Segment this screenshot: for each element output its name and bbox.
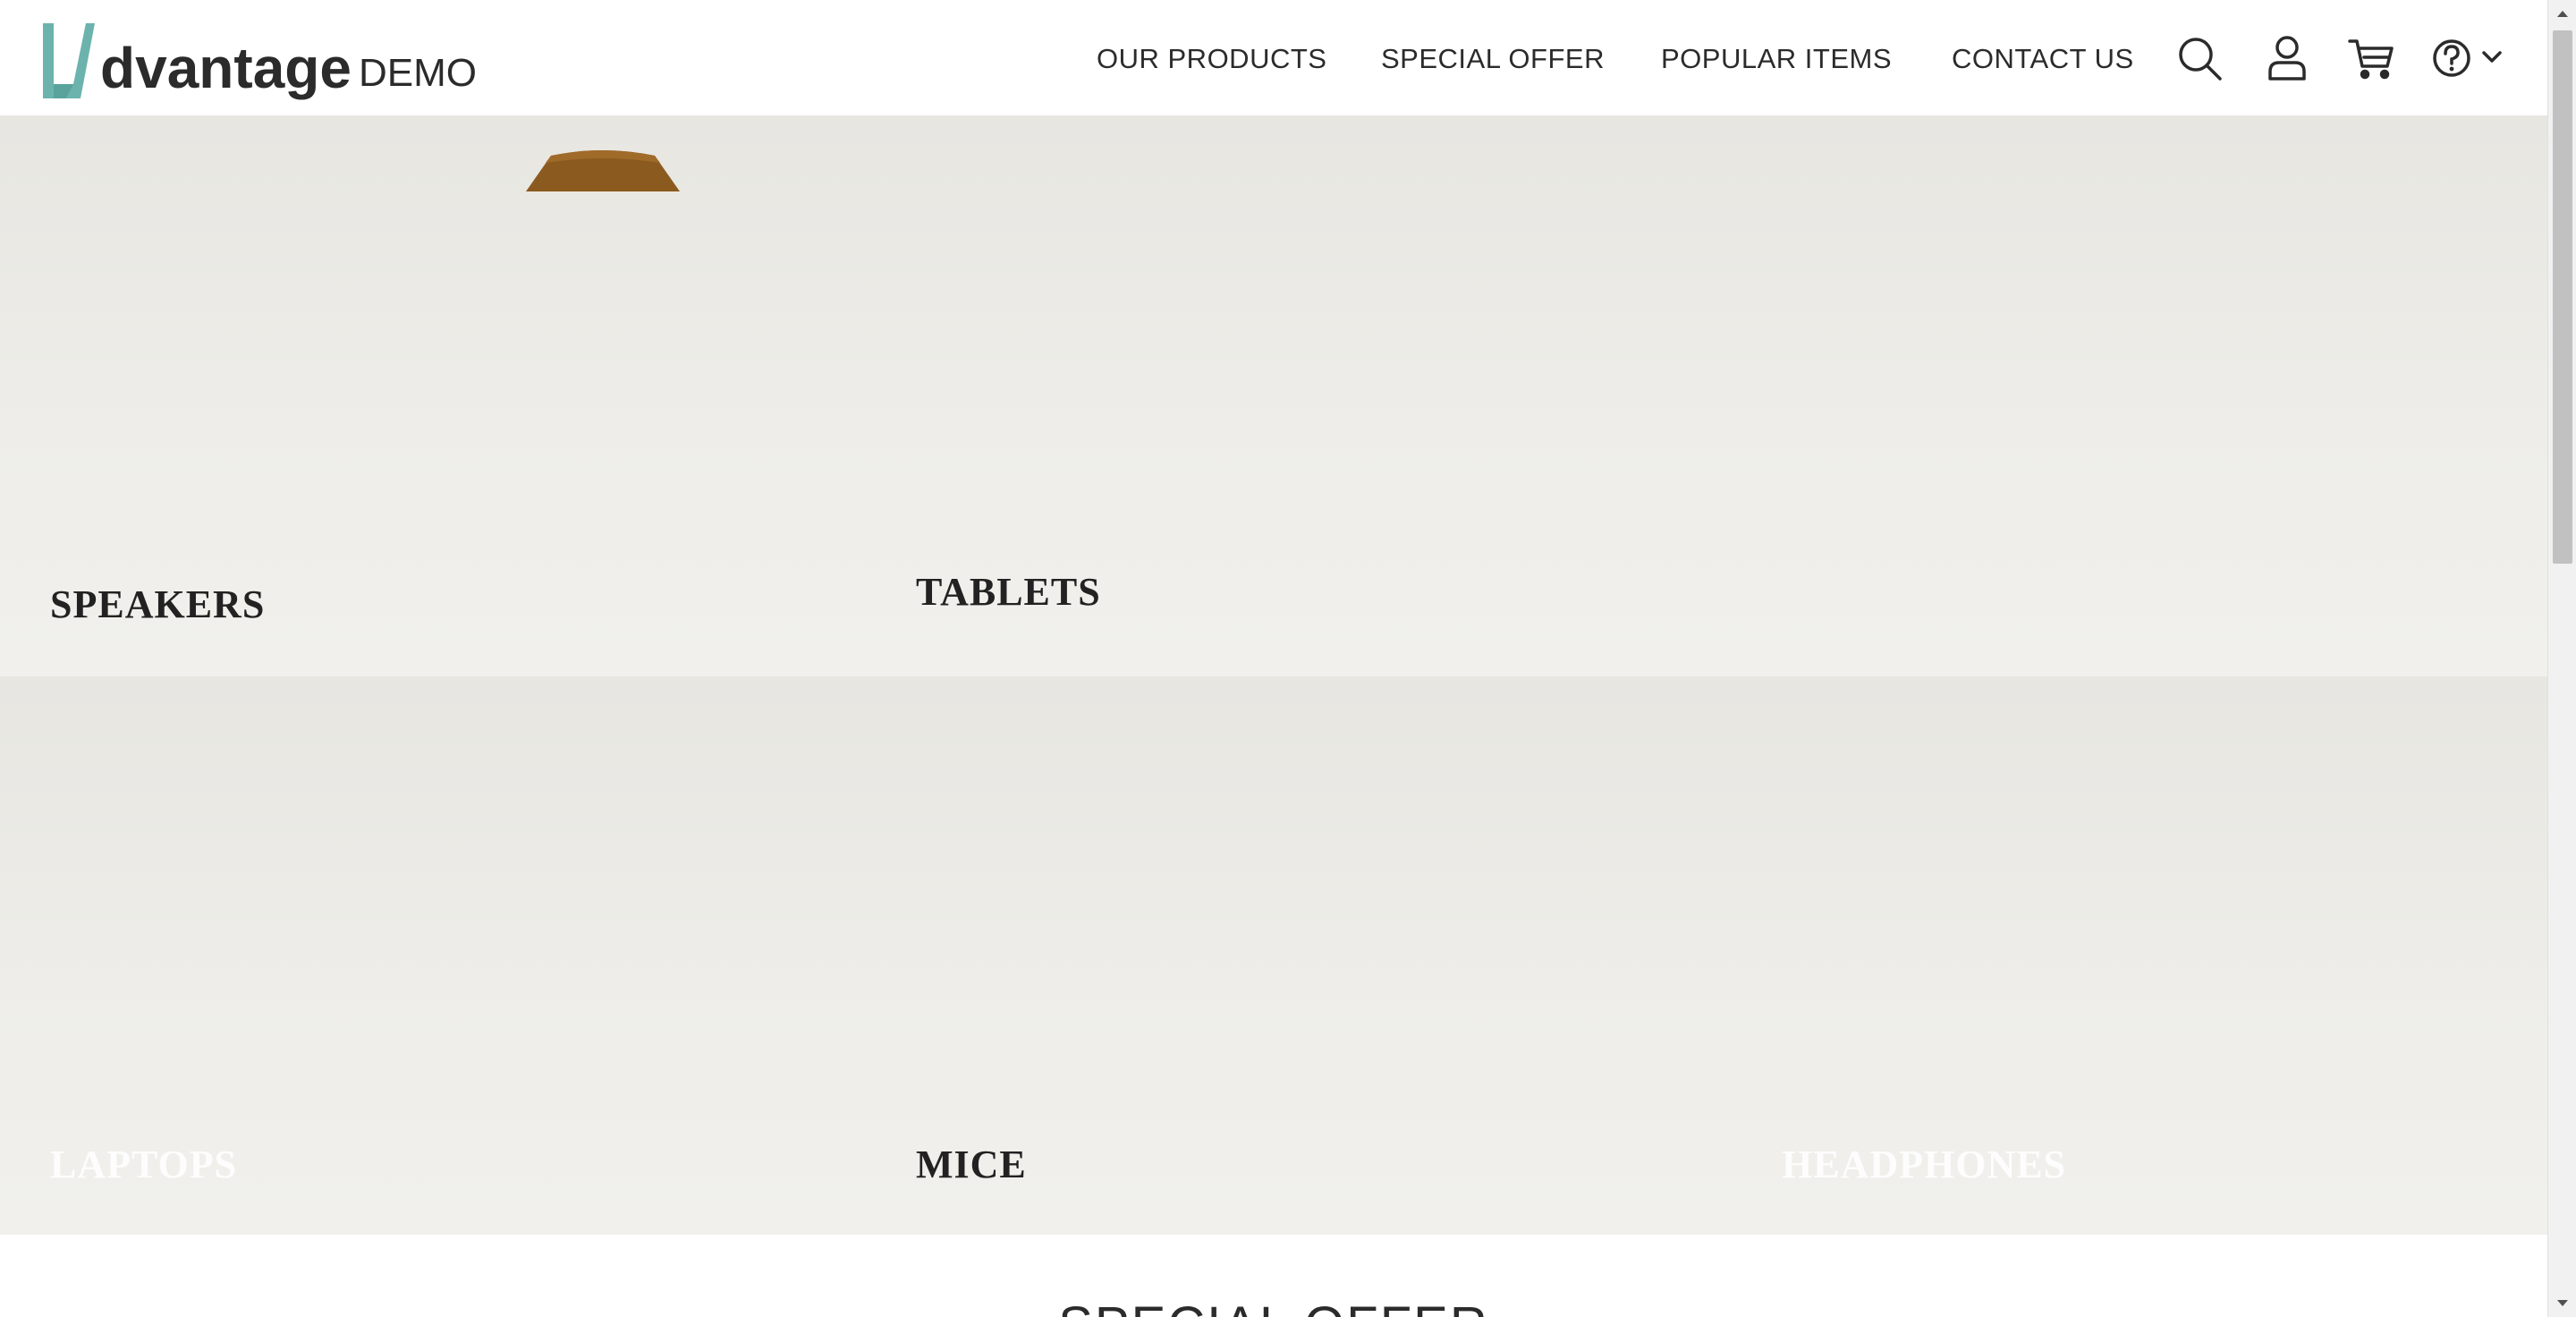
site-header: dvantage DEMO OUR PRODUCTS SPECIAL OFFER… [0,0,2547,116]
nav-contact-us[interactable]: CONTACT US [1952,43,2134,75]
scroll-up-arrow-icon[interactable] [2548,0,2576,27]
category-label-laptops: LAPTOPS [50,1143,238,1186]
category-label-mice: MICE [916,1143,1027,1186]
logo-word: dvantage [100,36,352,100]
category-label-headphones: HEADPHONES [1782,1143,2067,1186]
nav-popular-items[interactable]: POPULAR ITEMS [1661,43,1892,75]
search-icon[interactable] [2175,34,2224,82]
nav-special-offer[interactable]: SPECIAL OFFER [1381,43,1605,75]
category-tile-laptops[interactable]: LAPTOPS [0,676,866,1235]
vertical-scrollbar[interactable] [2547,0,2576,1317]
special-offer-title: SPECIAL OFFER [0,1296,2547,1317]
special-offer-section: SPECIAL OFFER [0,1235,2547,1317]
logo[interactable]: dvantage DEMO [39,16,477,102]
category-tile-speakers[interactable]: SPEAKERS [0,116,866,676]
category-tile-tablets[interactable]: TABLETS [866,116,2547,676]
category-label-speakers: SPEAKERS [50,582,266,626]
logo-suffix: DEMO [358,51,477,95]
category-tile-mice[interactable]: MICE [866,676,1732,1235]
cart-icon[interactable] [2347,34,2395,82]
speaker-image [526,150,680,191]
user-icon[interactable] [2263,34,2311,82]
nav-our-products[interactable]: OUR PRODUCTS [1097,43,1326,75]
scrollbar-thumb[interactable] [2553,30,2572,564]
logo-mark-icon [43,23,95,98]
scroll-down-arrow-icon[interactable] [2548,1290,2576,1317]
chevron-down-icon[interactable] [2479,34,2504,82]
category-label-tablets: TABLETS [916,570,1101,614]
help-icon[interactable] [2428,34,2476,82]
page: dvantage DEMO OUR PRODUCTS SPECIAL OFFER… [0,0,2576,1317]
category-grid: SPEAKERS TABLETS LAPTOPS MICE HEADPHONES [0,116,2547,1235]
category-tile-headphones[interactable]: HEADPHONES [1732,676,2547,1235]
